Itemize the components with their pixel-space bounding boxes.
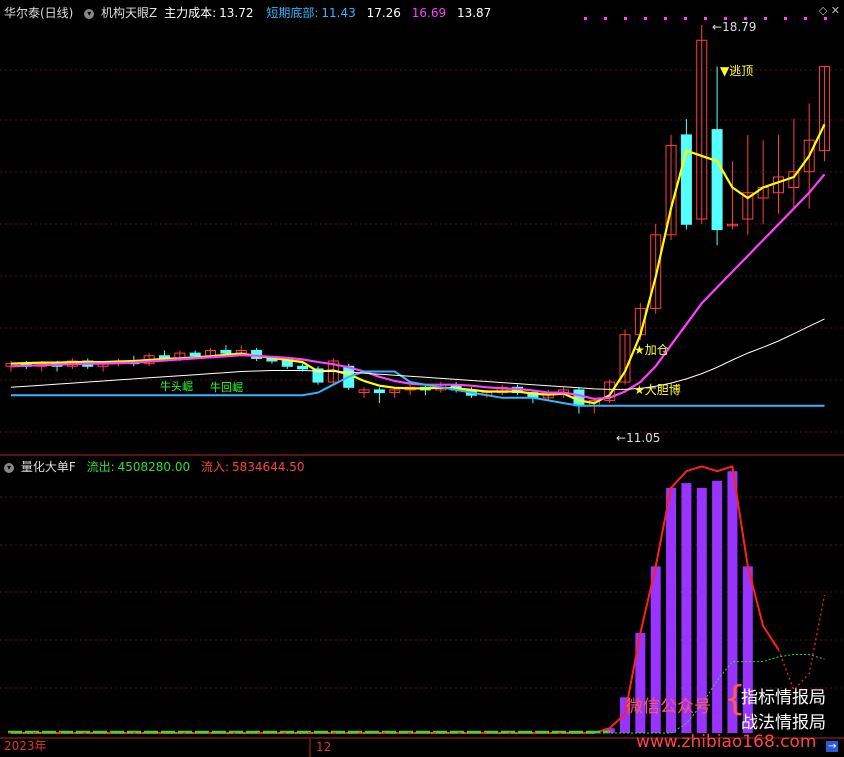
scroll-arrow-icon[interactable]: → — [826, 741, 839, 752]
panel-control-icons[interactable]: ◇ ✕ — [819, 4, 840, 17]
top-dot — [644, 17, 647, 20]
low-price-value: 11.05 — [626, 431, 661, 445]
top-dot — [764, 17, 767, 20]
high-price-value: 18.79 — [722, 20, 757, 34]
top-dot — [824, 17, 827, 20]
high-price-label: ←18.79 — [712, 20, 757, 34]
settings-icon[interactable]: ▾ — [4, 462, 14, 473]
candles — [5, 25, 831, 414]
cost-value: 13.72 — [219, 6, 254, 20]
watermark-wechat: 微信公众号 — [626, 697, 711, 717]
watermark-line2: 战法情报局 — [741, 713, 826, 733]
watermark-line1: 指标情报局 — [741, 688, 826, 708]
signal-green-1: 牛头崛 — [160, 380, 193, 393]
signal-bold-bet: ★大胆博 — [634, 383, 681, 397]
signal-green-2: 牛回崛 — [210, 381, 243, 394]
top-dot — [584, 17, 587, 20]
bottom-label: 短期底部: — [266, 6, 319, 20]
candle-body — [373, 389, 385, 394]
series-line — [10, 123, 826, 405]
value-b: 16.69 — [411, 6, 447, 20]
value-a: 17.26 — [366, 6, 401, 20]
value-c: 13.87 — [456, 6, 492, 20]
top-dot — [804, 17, 807, 20]
indicator-lines — [10, 123, 826, 407]
axis-label-month: 12 — [316, 740, 332, 754]
cost-label: 主力成本: — [164, 6, 217, 20]
series-line — [10, 173, 826, 401]
top-dot — [684, 17, 687, 20]
signal-add-position: ★加仓 — [634, 343, 669, 357]
out-value: 4508280.00 — [117, 460, 191, 474]
indicator-name[interactable]: 机构天眼Z — [101, 6, 157, 20]
candle-body — [680, 134, 692, 225]
out-label: 流出: — [86, 460, 115, 474]
signal-escape-top: ▼逃顶 — [720, 64, 754, 78]
in-value: 5834644.50 — [232, 460, 305, 474]
top-dot — [664, 17, 667, 20]
settings-icon[interactable]: ▾ — [84, 8, 95, 19]
candle-body — [281, 360, 293, 367]
volume-bar — [712, 480, 723, 733]
sub-indicator-name[interactable]: 量化大单F — [21, 460, 76, 474]
top-dot — [704, 17, 707, 20]
candle-body — [189, 352, 201, 357]
series-line — [10, 318, 825, 390]
axis-label-year: 2023年 — [4, 739, 47, 753]
candle-body — [297, 365, 309, 370]
candle-body — [220, 349, 232, 354]
top-dot — [604, 17, 607, 20]
bottom-value: 11.43 — [321, 6, 356, 20]
kline-chart[interactable] — [0, 0, 844, 757]
main-header: 华尔泰(日线) ▾ 机构天眼Z 主力成本: 13.72 短期底部: 11.43 17… — [4, 4, 494, 21]
low-price-label: ←11.05 — [616, 431, 661, 445]
watermark-url: www.zhibiao168.com — [636, 732, 817, 752]
sub-header: ▾ 量化大单F 流出: 4508280.00 流入: 5834644.50 — [4, 458, 308, 475]
candle-body — [711, 129, 723, 231]
top-dots — [584, 17, 827, 20]
stock-title[interactable]: 华尔泰(日线) — [4, 6, 73, 20]
top-dot — [784, 17, 787, 20]
in-label: 流入: — [200, 460, 230, 474]
flow-in-line-tail — [777, 594, 826, 692]
top-dot — [624, 17, 627, 20]
